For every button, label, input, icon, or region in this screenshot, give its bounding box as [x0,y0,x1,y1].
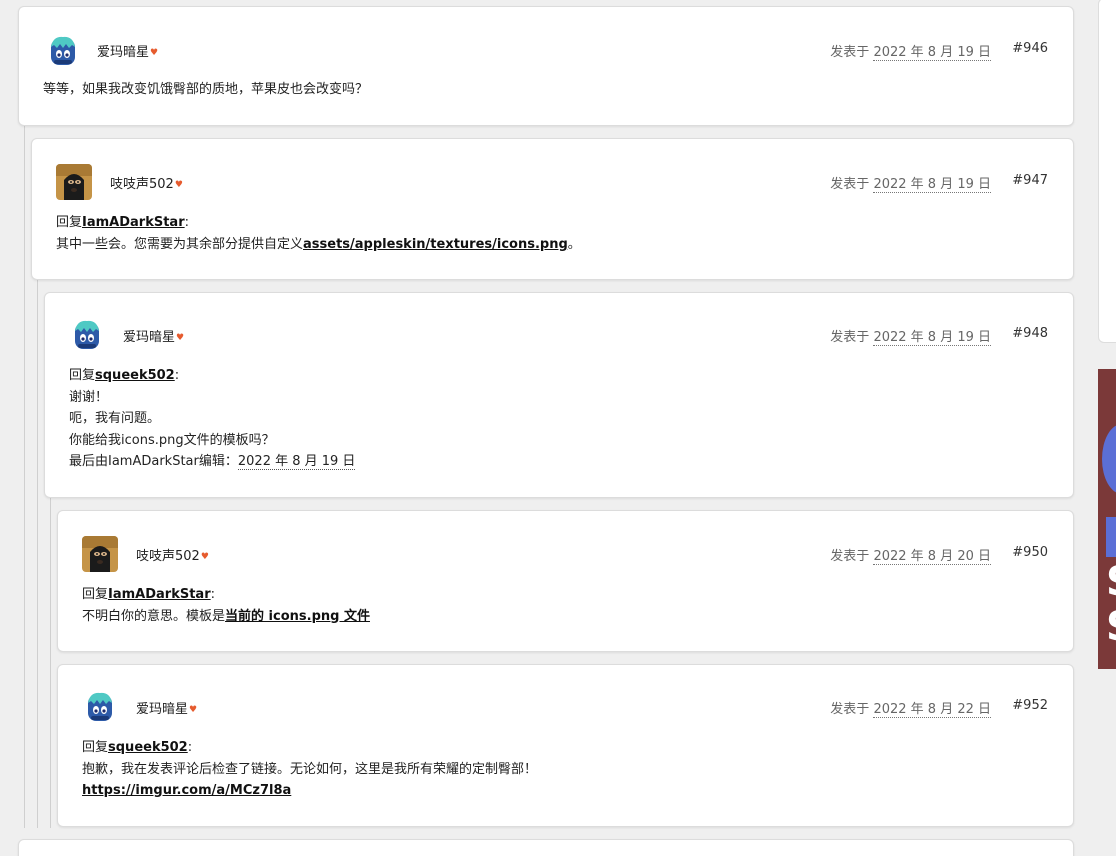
author-name[interactable]: 吱吱声502♥ [110,173,183,192]
post-body: 回复IamADarkStar: 不明白你的意思。模板是当前的 icons.png… [82,587,370,624]
thread-line [24,126,25,828]
ad-letter: S [1106,559,1116,605]
avatar[interactable] [45,33,81,69]
thread-line [50,498,51,828]
ad-banner[interactable]: S S [1098,369,1116,669]
reply-to-link[interactable]: squeek502 [108,740,188,755]
avatar[interactable] [69,317,105,353]
post-card-952: 爱玛暗星♥ 发表于 2022 年 8 月 22 日 #952 回复squeek5… [57,664,1074,827]
post-card-next [18,839,1074,856]
icons-png-file-link[interactable]: 当前的 icons.png 文件 [225,609,370,624]
post-date: 发表于 2022 年 8 月 19 日 [830,177,991,193]
avatar[interactable] [82,536,118,572]
post-body: 回复IamADarkStar: 其中一些会。您需要为其余部分提供自定义asset… [56,215,581,252]
post-card-950: 吱吱声502♥ 发表于 2022 年 8 月 20 日 #950 回复IamAD… [57,510,1074,652]
thread-line [37,280,38,828]
post-date: 发表于 2022 年 8 月 20 日 [830,549,991,565]
post-body: 回复squeek502: 谢谢！ 呃，我有问题。 你能给我icons.png文件… [69,365,356,473]
ad-block [1106,517,1116,557]
post-date: 发表于 2022 年 8 月 19 日 [830,45,991,61]
reply-to-link[interactable]: IamADarkStar [82,215,185,230]
post-body: 回复squeek502: 抱歉，我在发表评论后检查了链接。无论如何，这里是我所有… [82,740,538,798]
post-card-946: 爱玛暗星♥ 发表于 2022 年 8 月 19 日 #946 等等，如果我改变饥… [18,6,1074,126]
heart-icon: ♥ [150,48,159,58]
post-card-948: 爱玛暗星♥ 发表于 2022 年 8 月 19 日 #948 回复squeek5… [44,292,1074,498]
post-number[interactable]: #952 [1012,698,1048,713]
author-name[interactable]: 爱玛暗星♥ [136,698,197,717]
post-number[interactable]: #948 [1012,326,1048,341]
post-card-947: 吱吱声502♥ 发表于 2022 年 8 月 19 日 #947 回复IamAD… [31,138,1074,280]
heart-icon: ♥ [200,552,209,562]
post-number[interactable]: #950 [1012,545,1048,560]
author-name[interactable]: 爱玛暗星♥ [97,41,158,60]
author-name[interactable]: 爱玛暗星♥ [123,326,184,345]
ad-logo-icon [1102,424,1116,494]
ad-letter: S [1106,604,1116,650]
sidebar-panel [1098,0,1116,343]
post-number[interactable]: #946 [1012,41,1048,56]
post-body: 等等，如果我改变饥饿臀部的质地，苹果皮也会改变吗？ [43,82,369,97]
imgur-link[interactable]: https://imgur.com/a/MCz7l8a [82,783,291,798]
post-date: 发表于 2022 年 8 月 19 日 [830,330,991,346]
post-date: 发表于 2022 年 8 月 22 日 [830,702,991,718]
avatar[interactable] [82,689,118,725]
avatar[interactable] [56,164,92,200]
heart-icon: ♥ [174,180,183,190]
heart-icon: ♥ [176,333,185,343]
author-name[interactable]: 吱吱声502♥ [136,545,209,564]
icons-png-link[interactable]: assets/appleskin/textures/icons.png [303,237,568,252]
edited-note: 最后由IamADarkStar编辑：2022 年 8 月 19 日 [69,454,356,470]
reply-to-link[interactable]: squeek502 [95,368,175,383]
reply-to-link[interactable]: IamADarkStar [108,587,211,602]
post-number[interactable]: #947 [1012,173,1048,188]
heart-icon: ♥ [189,705,198,715]
